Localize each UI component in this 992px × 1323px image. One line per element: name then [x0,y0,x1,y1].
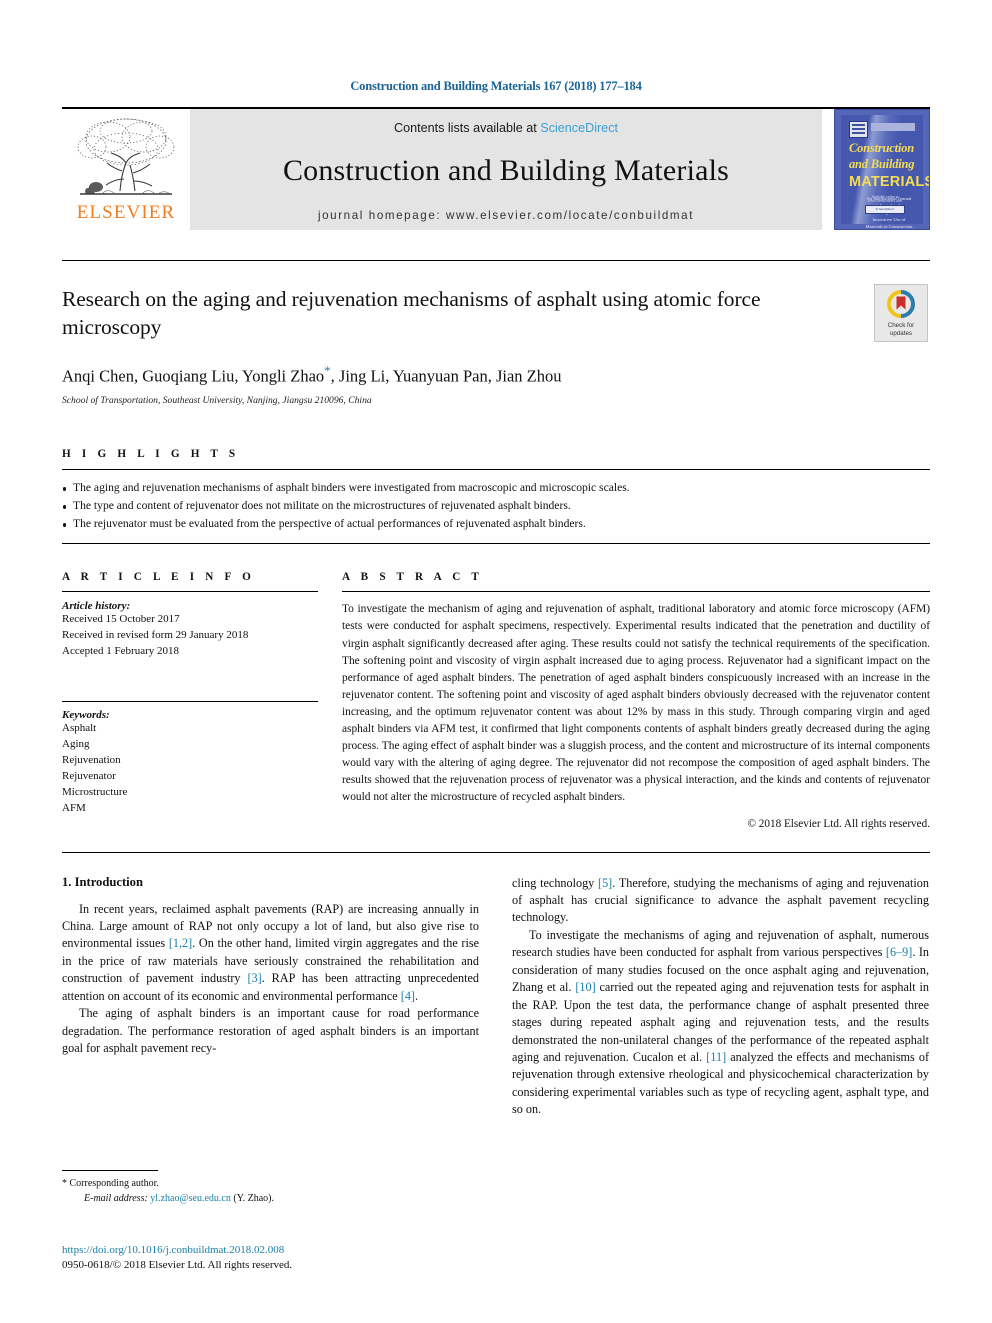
journal-homepage-link[interactable]: journal homepage: www.elsevier.com/locat… [318,209,694,222]
keyword-item: Aging [62,738,90,751]
cover-top-bar [871,123,915,131]
article-history-received: Received 15 October 2017 [62,613,180,626]
crossmark-badge[interactable]: Check for updates [874,284,928,342]
article-history-revised: Received in revised form 29 January 2018 [62,629,249,642]
journal-band: Contents lists available at ScienceDirec… [190,109,822,230]
abstract-heading: A B S T R A C T [342,571,484,584]
doi-block: https://doi.org/10.1016/j.conbuildmat.20… [62,1243,479,1273]
article-history-accepted: Accepted 1 February 2018 [62,645,179,658]
footnote-corresponding: * Corresponding author. [62,1176,479,1191]
keywords-rule [62,701,318,703]
elsevier-wordmark: ELSEVIER [76,202,176,223]
cover-line-3: MATERIALS [849,174,930,190]
citation-link[interactable]: [11] [706,1050,726,1064]
article-history-label: Article history: [62,600,131,613]
citation-link[interactable]: [6–9] [886,945,912,959]
list-item: The aging and rejuvenation mechanisms of… [62,479,930,497]
journal-title: Construction and Building Materials [282,154,730,187]
journal-masthead: ELSEVIER Contents lists available at Sci… [62,107,930,230]
footnote-corresponding-text: Corresponding author. [69,1178,159,1189]
authors-main: Anqi Chen, Guoqiang Liu, Yongli Zhao [62,366,325,386]
info-abstract-section: A R T I C L E I N F O Article history: R… [62,571,931,830]
cover-line-1: Construction [849,141,914,155]
crossmark-icon [887,289,915,318]
cover-footer-text: Available online at www.sciencedirect.co… [867,195,903,203]
keywords-block: Keywords: Asphalt Aging Rejuvenation Rej… [62,693,318,817]
highlights-rule-bottom [62,543,930,545]
title-block: Check for updates Research on the aging … [62,260,930,406]
para-text: . [414,988,419,1003]
footnote-block: * Corresponding author. E-mail address: … [62,1170,479,1206]
footnote-email-line: E-mail address: yl.zhao@seu.edu.cn (Y. Z… [62,1191,479,1206]
author-affiliation: School of Transportation, Southeast Univ… [62,395,372,407]
abstract-copyright: © 2018 Elsevier Ltd. All rights reserved… [747,817,931,830]
crossmark-label: Check for updates [888,322,914,338]
footnote-marker: * [62,1178,67,1189]
running-head: Construction and Building Materials 167 … [350,79,642,93]
body-columns: 1. Introduction In recent years, reclaim… [62,851,930,1119]
highlights-list: The aging and rejuvenation mechanisms of… [62,470,930,543]
journal-cover-thumbnail: Construction and Building MATERIALS An I… [834,109,930,230]
highlights-heading: H I G H L I G H T S [62,448,240,461]
list-item: The type and content of rejuvenator does… [62,497,930,515]
elsevier-tree-icon [77,118,175,195]
citation-link[interactable]: [1,2] [169,936,192,950]
paragraph: cling technology [5]. Therefore, studyin… [512,875,929,927]
paragraph: In recent years, reclaimed asphalt pavem… [62,901,479,1006]
paragraph: The aging of asphalt binders is an impor… [62,1006,479,1056]
keywords-label: Keywords: [62,709,110,722]
cover-publisher-badge [849,121,868,138]
list-item: The rejuvenator must be evaluated from t… [62,515,930,533]
footnote-email-link[interactable]: yl.zhao@seu.edu.cn [150,1193,231,1204]
body-column-left: 1. Introduction In recent years, reclaim… [62,875,479,1119]
keyword-item: Rejuvenator [62,769,116,782]
footnote-email-label: E-mail address: [84,1193,148,1204]
keyword-item: Asphalt [62,722,97,735]
paper-page: Construction and Building Materials 167 … [0,0,992,1323]
contents-prefix: Contents lists available at [393,121,541,135]
paragraph: To investigate the mechanisms of aging a… [512,927,929,1119]
doi-link[interactable]: https://doi.org/10.1016/j.conbuildmat.20… [62,1243,479,1258]
body-column-right: cling technology [5]. Therefore, studyin… [512,875,929,1119]
cover-footer-badge: ScienceDirect [865,205,905,214]
article-history-block: Article history: Received 15 October 201… [62,592,318,660]
abstract-text: To investigate the mechanism of aging an… [342,603,930,804]
author-list: Anqi Chen, Guoqiang Liu, Yongli Zhao*, J… [62,363,930,387]
citation-link[interactable]: [4] [401,989,415,1003]
highlights-section: H I G H L I G H T S The aging and rejuve… [62,448,930,545]
para-text: To investigate the mechanisms of aging a… [512,927,929,960]
authors-tail: , Jing Li, Yuanyuan Pan, Jian Zhou [330,366,562,386]
crossmark-line-1: Check for [887,321,915,329]
citation-link[interactable]: [10] [575,980,595,994]
keyword-item: Rejuvenation [62,753,121,766]
issn-copyright: 0950-0618/© 2018 Elsevier Ltd. All right… [62,1258,293,1271]
page-title: Research on the aging and rejuvenation m… [62,287,761,339]
contents-available-line: Contents lists available at ScienceDirec… [394,121,618,135]
sciencedirect-link[interactable]: ScienceDirect [540,121,618,135]
elsevier-logo: ELSEVIER [62,109,190,230]
section-heading-introduction: 1. Introduction [62,874,143,889]
cover-line-2: and Building [849,157,915,171]
citation-link[interactable]: [3] [247,971,261,985]
abstract-column: A B S T R A C T To investigate the mecha… [342,571,931,830]
article-info-column: A R T I C L E I N F O Article history: R… [62,571,342,829]
citation-link[interactable]: [5] [598,876,612,890]
cover-artwork: Construction and Building MATERIALS An I… [841,115,930,229]
cover-footer: Available online at www.sciencedirect.co… [861,195,909,214]
crossmark-line-2: updates [889,329,912,337]
keyword-item: Microstructure [62,785,128,798]
keyword-item: AFM [62,801,86,814]
para-text: cling technology [512,875,599,890]
article-info-heading: A R T I C L E I N F O [62,571,256,584]
footnote-rule [62,1170,158,1171]
footnote-email-owner: (Y. Zhao). [233,1193,275,1204]
